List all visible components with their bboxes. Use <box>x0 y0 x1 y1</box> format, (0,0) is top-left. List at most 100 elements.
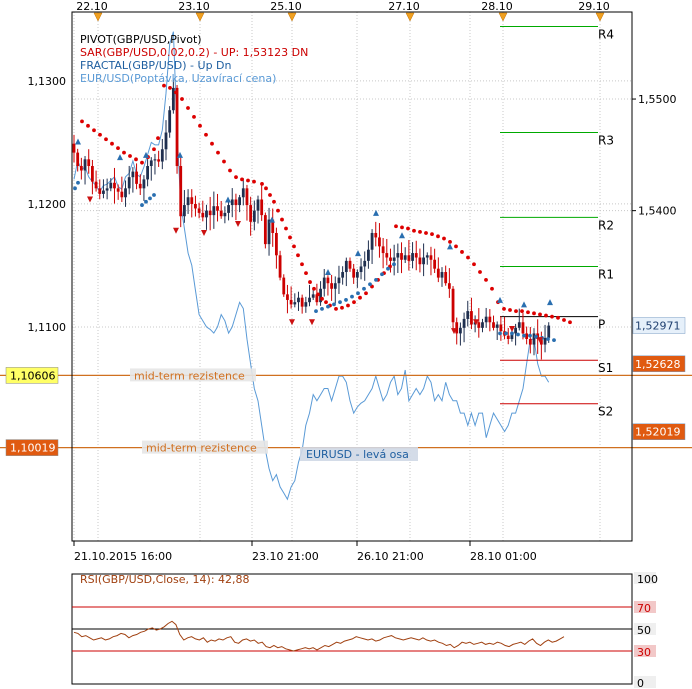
sar-dot <box>246 178 250 183</box>
candle-body <box>499 324 503 332</box>
candle-body <box>470 311 473 325</box>
fractal-up-arrow <box>521 301 527 308</box>
date-marker-icon <box>287 12 297 22</box>
sar-dot <box>140 160 144 165</box>
candle-body <box>293 302 297 305</box>
sar-dot <box>460 250 464 254</box>
sar-dot <box>448 240 452 244</box>
sar-dot <box>352 300 356 305</box>
sar-dot-up <box>552 338 556 343</box>
candle-body <box>414 253 418 258</box>
sar-dot-up <box>546 337 550 341</box>
sar-dot <box>252 179 256 184</box>
sar-dot <box>296 253 300 258</box>
candle-body <box>201 212 205 218</box>
candle-body <box>514 327 517 334</box>
candle-body <box>194 203 197 209</box>
sar-dot <box>204 132 208 137</box>
sar-dot <box>320 296 324 301</box>
sar-dot <box>210 141 214 146</box>
legend-entry: EUR/USD(Poptávka, Uzavírací cena) <box>80 72 276 85</box>
candle-body <box>234 199 238 206</box>
sar-dot <box>400 225 404 230</box>
candle-body <box>146 166 149 180</box>
candle-body <box>436 268 440 278</box>
candle-body <box>72 143 76 153</box>
candle-body <box>175 87 179 167</box>
sar-dot <box>110 141 114 146</box>
legend-entry: PIVOT(GBP/USD,Pivot) <box>80 33 202 46</box>
top-date-tick: 25.10 <box>270 0 302 13</box>
candle-body <box>528 338 532 345</box>
candle-body <box>124 188 127 198</box>
sar-dot <box>316 292 320 297</box>
candle-body <box>212 206 216 216</box>
rsi-line <box>73 620 565 652</box>
bottom-time-tick: 21.10.2015 16:00 <box>74 550 172 563</box>
sar-dot <box>334 306 338 311</box>
candle-body <box>186 197 190 206</box>
top-date-tick: 23.10 <box>178 0 210 13</box>
candle-body <box>183 205 186 217</box>
candle-body <box>289 299 293 305</box>
candle-body <box>495 324 499 328</box>
candle-body <box>326 277 330 284</box>
sar-dot-up <box>510 331 514 336</box>
candle-body <box>267 219 271 245</box>
sar-dot-up <box>314 309 318 313</box>
sar-dot <box>424 231 428 235</box>
candle-body <box>223 212 227 217</box>
top-date-tick: 28.10 <box>481 0 513 13</box>
candle-body <box>367 249 370 261</box>
fractal-up-arrow <box>447 243 453 250</box>
sar-dot <box>240 177 244 182</box>
sar-dot <box>152 147 156 152</box>
candle-body <box>363 260 367 267</box>
sar-dot-up <box>320 306 324 311</box>
fractal-down-arrow <box>235 221 241 228</box>
rsi-title: RSI(GBP/USD,Close, 14): 42,88 <box>80 573 250 586</box>
candle-body <box>135 171 138 184</box>
sar-dot <box>490 286 494 291</box>
candle-body <box>297 297 300 303</box>
rsi-axis-tick: 50 <box>637 624 651 637</box>
sar-dot <box>538 312 542 317</box>
price-tags-layer: 1,10606 1,10019 1,52971 1,52628 1,52019 <box>5 317 686 456</box>
candle-body <box>311 294 315 298</box>
sar-dot <box>186 106 190 110</box>
rsi-axis-tick: 30 <box>637 646 651 659</box>
candle-body <box>344 260 348 273</box>
left-price-tag-label: 1,10019 <box>10 442 56 455</box>
sar-dot <box>276 208 280 213</box>
sar-dot <box>260 181 264 186</box>
candle-body <box>300 297 304 307</box>
candle-body <box>532 333 536 345</box>
candle-body <box>492 322 495 328</box>
date-marker-icon <box>93 12 103 22</box>
candle-body <box>149 160 153 167</box>
rsi-axis-tick: 0 <box>637 677 644 689</box>
pivot-label-r3: R3 <box>598 134 614 148</box>
candle-body <box>521 322 525 334</box>
candle-body <box>429 255 433 260</box>
sar-dot <box>272 199 276 204</box>
candle-body <box>256 199 260 211</box>
fractal-up-arrow <box>355 250 361 257</box>
candle-body <box>102 190 105 194</box>
date-marker-icon <box>405 12 415 22</box>
candle-body <box>120 191 124 198</box>
sar-dot-up <box>386 266 390 271</box>
candle-body <box>241 188 245 198</box>
candle-body <box>219 210 223 217</box>
pivot-label-r1: R1 <box>598 267 614 281</box>
fractal-down-arrow <box>509 325 515 332</box>
top-date-tick: 27.10 <box>388 0 420 13</box>
sar-dot <box>222 159 226 164</box>
sar-dot <box>92 128 96 133</box>
sar-dot <box>192 115 196 119</box>
fractal-down-arrow <box>173 227 179 234</box>
candle-body <box>190 197 194 204</box>
candle-body <box>381 246 385 254</box>
candle-body <box>447 283 451 289</box>
sar-dot <box>508 308 512 312</box>
